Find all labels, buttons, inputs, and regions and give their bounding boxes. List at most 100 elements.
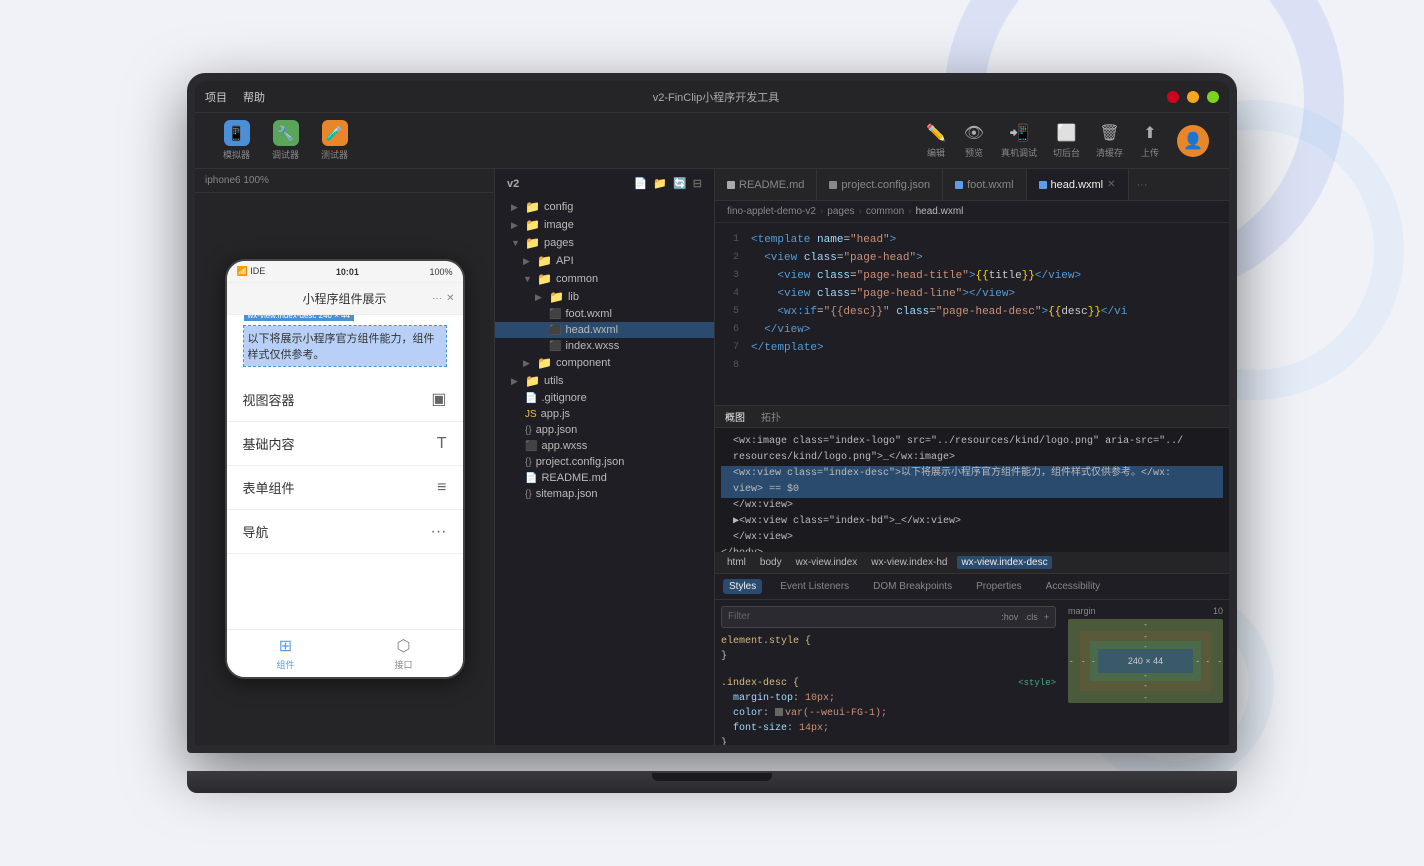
minimize-button[interactable] [1187, 91, 1199, 103]
styles-tab-properties[interactable]: Properties [970, 579, 1028, 594]
maximize-button[interactable] [1207, 91, 1219, 103]
box-model-padding: - - - - 240 × 44 [1090, 641, 1201, 681]
filter-cls[interactable]: .cls [1024, 612, 1038, 622]
tree-label: pages [544, 237, 574, 249]
edit-action[interactable]: ✏️ 编辑 [925, 122, 947, 159]
styles-tab-accessibility[interactable]: Accessibility [1040, 579, 1106, 594]
tab-dot-xml [955, 181, 963, 189]
tree-item-app-wxss[interactable]: ▶ ⬛ app.wxss [495, 438, 714, 454]
menu-item-help[interactable]: 帮助 [243, 89, 265, 105]
tab-readme[interactable]: README.md [715, 169, 817, 200]
tree-item-app-js[interactable]: ▶ JS app.js [495, 406, 714, 422]
code-line-2: 2 <view class="page-head"> [715, 249, 1229, 267]
tree-item-project-config[interactable]: ▶ {} project.config.json [495, 454, 714, 470]
refresh-icon[interactable]: 🔄 [673, 177, 687, 190]
clear-cache-action[interactable]: 🗑 清缓存 [1096, 122, 1123, 159]
real-device-debug-action[interactable]: 📲 真机调试 [1001, 122, 1037, 159]
tree-item-gitignore[interactable]: ▶ 📄 .gitignore [495, 390, 714, 406]
elem-tag-body[interactable]: body [756, 556, 786, 569]
filter-plus[interactable]: + [1044, 612, 1049, 622]
elem-tag-wx-view-index-hd[interactable]: wx-view.index-hd [867, 556, 951, 569]
user-avatar[interactable]: 👤 [1177, 125, 1209, 157]
new-folder-icon[interactable]: 📁 [653, 177, 667, 190]
new-file-icon[interactable]: 📄 [634, 177, 648, 190]
tree-item-common[interactable]: ▼ 📁 common [495, 270, 714, 288]
tree-root-label: v2 [507, 178, 519, 190]
css-prop: font-size [733, 723, 787, 734]
tab-label: head.wxml [1051, 179, 1104, 191]
code-editor[interactable]: 1 <template name="head"> 2 <view class="… [715, 223, 1229, 405]
window-controls [1167, 91, 1219, 103]
tree-item-index-wxss[interactable]: ▶ ⬛ index.wxss [495, 338, 714, 354]
breadcrumb-current: head.wxml [916, 206, 964, 217]
content-size: 240 × 44 [1128, 656, 1163, 666]
breadcrumb-item-1[interactable]: pages [827, 206, 854, 217]
phone-more-icon[interactable]: ··· [432, 293, 442, 304]
menu-item-project[interactable]: 项目 [205, 89, 227, 105]
tree-label: project.config.json [536, 456, 625, 468]
breadcrumb-item-0[interactable]: fino-applet-demo-v2 [727, 206, 816, 217]
preview-action[interactable]: 👁 预览 [963, 122, 985, 159]
tab-close-icon[interactable]: ✕ [1107, 179, 1115, 190]
preview-tab-source[interactable]: 拓扑 [761, 409, 781, 424]
phone-nav-component[interactable]: ⊞ 组件 [227, 630, 345, 677]
simulator-button[interactable]: 📱 模拟器 [215, 116, 258, 165]
phone-item-label-3: 导航 [243, 522, 269, 541]
tree-item-component[interactable]: ▶ 📁 component [495, 354, 714, 372]
background-action[interactable]: ⬜ 切后台 [1053, 122, 1080, 159]
tab-foot-wxml[interactable]: foot.wxml [943, 169, 1026, 200]
title-bar: 项目 帮助 v2-FinClip小程序开发工具 [195, 81, 1229, 113]
html-line-3[interactable]: view> == $0 [721, 482, 1223, 498]
tree-item-image[interactable]: ▶ 📁 image [495, 216, 714, 234]
phone-close-icon[interactable]: ✕ [446, 293, 454, 304]
css-filter-input[interactable] [756, 611, 995, 622]
css-source[interactable]: <style> [1018, 676, 1056, 691]
tree-item-head-wxml[interactable]: ▶ ⬛ head.wxml [495, 322, 714, 338]
styles-tab-event-listeners[interactable]: Event Listeners [774, 579, 855, 594]
tree-item-lib[interactable]: ▶ 📁 lib [495, 288, 714, 306]
arrow-icon: ▼ [511, 238, 521, 248]
phone-nav-interface[interactable]: ⬡ 接口 [345, 630, 463, 677]
phone-list-item-0[interactable]: 视图容器 ▣ [227, 377, 463, 422]
phone-list-item-3[interactable]: 导航 ··· [227, 510, 463, 554]
tree-item-foot-wxml[interactable]: ▶ ⬛ foot.wxml [495, 306, 714, 322]
tester-button[interactable]: 🧪 测试器 [313, 116, 356, 165]
tab-project-config[interactable]: project.config.json [817, 169, 943, 200]
tree-item-api[interactable]: ▶ 📁 API [495, 252, 714, 270]
app-window: 项目 帮助 v2-FinClip小程序开发工具 📱 [195, 81, 1229, 745]
styles-tab-dom-breakpoints[interactable]: DOM Breakpoints [867, 579, 958, 594]
tab-head-wxml[interactable]: head.wxml ✕ [1027, 169, 1129, 200]
elem-tag-wx-view-index-desc[interactable]: wx-view.index-desc [957, 556, 1051, 569]
tree-item-sitemap[interactable]: ▶ {} sitemap.json [495, 486, 714, 502]
styles-tab-styles[interactable]: Styles [723, 579, 762, 594]
tree-item-config[interactable]: ▶ 📁 config [495, 198, 714, 216]
margin-left-val: - [1070, 656, 1073, 665]
html-line-4: </wx:view> [721, 498, 1223, 514]
preview-tab-html[interactable]: 概图 [725, 409, 745, 424]
preview-tabs: 概图 拓扑 [715, 406, 1229, 428]
html-line-2[interactable]: <wx:view class="index-desc">以下将展示小程序官方组件… [721, 466, 1223, 482]
elem-tag-html[interactable]: html [723, 556, 750, 569]
elem-tag-wx-view-index[interactable]: wx-view.index [792, 556, 862, 569]
collapse-icon[interactable]: ⊟ [693, 177, 702, 190]
tree-item-pages[interactable]: ▼ 📁 pages [495, 234, 714, 252]
color-swatch [775, 708, 783, 716]
close-button[interactable] [1167, 91, 1179, 103]
real-device-label: 真机调试 [1001, 146, 1037, 159]
debugger-button[interactable]: 🔧 调试器 [264, 116, 307, 165]
tab-more-button[interactable]: ··· [1129, 179, 1156, 191]
phone-title-bar: 小程序组件展示 ··· ✕ [227, 283, 463, 315]
phone-list-item-2[interactable]: 表单组件 ≡ [227, 466, 463, 510]
tree-item-utils[interactable]: ▶ 📁 utils [495, 372, 714, 390]
html-line-0: <wx:image class="index-logo" src="../res… [721, 434, 1223, 450]
upload-action[interactable]: ⬆ 上传 [1139, 122, 1161, 159]
tree-item-app-json[interactable]: ▶ {} app.json [495, 422, 714, 438]
tree-actions: 📄 📁 🔄 ⊟ [634, 177, 702, 190]
debugger-icon: 🔧 [273, 120, 299, 146]
filter-hov[interactable]: :hov [1001, 612, 1018, 622]
breadcrumb-sep-0: › [820, 206, 823, 217]
breadcrumb-item-2[interactable]: common [866, 206, 904, 217]
phone-list-item-1[interactable]: 基础内容 T [227, 422, 463, 466]
code-line-7: 7 </template> [715, 339, 1229, 357]
tree-item-readme[interactable]: ▶ 📄 README.md [495, 470, 714, 486]
